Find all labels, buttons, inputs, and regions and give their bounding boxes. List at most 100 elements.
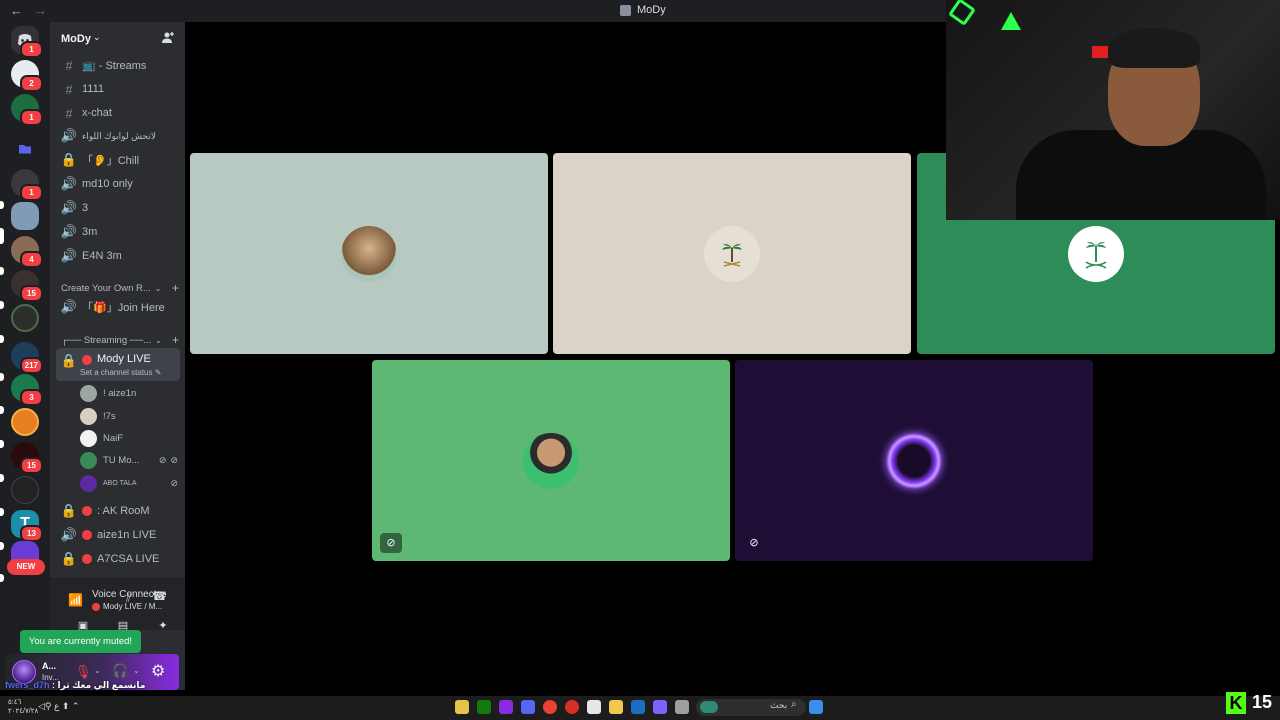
- xbox-icon[interactable]: [477, 700, 491, 714]
- disconnect-icon[interactable]: ☎: [152, 589, 167, 603]
- taskbar-app-icon[interactable]: [455, 700, 469, 714]
- new-badge: NEW: [7, 559, 45, 575]
- guild-name: MoDy: [61, 33, 91, 45]
- category-create-room[interactable]: Create Your Own R... ⌄ +: [61, 281, 179, 295]
- server-face-icon[interactable]: 4: [11, 236, 43, 268]
- voice-user[interactable]: ABO TALA ⊘: [80, 473, 178, 493]
- channel-arabic-voice[interactable]: 🔊 لاتحش لوابوك اللواء: [56, 125, 180, 147]
- speaker-icon: 🔊: [60, 224, 78, 239]
- server-folder-icon[interactable]: [11, 135, 39, 163]
- channel-label: Mody LIVE: [97, 353, 151, 365]
- noise-suppression-icon[interactable]: ⫽: [126, 591, 131, 606]
- participant-tile[interactable]: [190, 153, 548, 354]
- server-mody-icon[interactable]: [11, 202, 39, 230]
- speaker-icon: 🔊: [60, 248, 78, 263]
- forward-arrow-icon[interactable]: →: [34, 3, 47, 18]
- add-channel-icon[interactable]: +: [172, 281, 179, 295]
- category-streaming[interactable]: ┌── Streaming ──... ⌄ +: [61, 333, 179, 347]
- text-channel-icon: #: [65, 57, 73, 73]
- app-root: ← → MoDy 1 2 1 1 4 15 217 3 15 T 13 NEW …: [0, 0, 1280, 720]
- server-ball-icon[interactable]: 3: [11, 374, 43, 406]
- folder-icon: [19, 145, 31, 154]
- server-gears-icon[interactable]: 1: [11, 94, 43, 126]
- server-badge: 15: [20, 457, 43, 474]
- add-member-icon[interactable]: [161, 31, 177, 47]
- add-channel-icon[interactable]: +: [172, 333, 179, 347]
- user-name[interactable]: A...: [42, 661, 56, 671]
- channel-x-chat[interactable]: # x-chat: [56, 102, 180, 124]
- voice-user[interactable]: ! aize1n: [80, 383, 178, 403]
- chrome-icon[interactable]: [543, 700, 557, 714]
- channel-aize-live[interactable]: 🔊 aize1n LIVE: [56, 524, 180, 546]
- back-arrow-icon[interactable]: ←: [10, 3, 23, 18]
- channel-3m[interactable]: 🔊 3m: [56, 221, 180, 243]
- calendar-icon[interactable]: [587, 700, 601, 714]
- server-logo-icon[interactable]: [11, 476, 39, 504]
- channel-3[interactable]: 🔊 3: [56, 197, 180, 219]
- voice-user[interactable]: !7s: [80, 406, 178, 426]
- server-dark-icon[interactable]: 1: [11, 169, 43, 201]
- server-palm-icon[interactable]: 2: [11, 60, 43, 92]
- channel-a7csa-live[interactable]: 🔒 A7CSA LIVE: [56, 548, 180, 570]
- file-explorer-icon[interactable]: [609, 700, 623, 714]
- avatar: [80, 429, 97, 447]
- voice-user[interactable]: NaiF: [80, 428, 178, 448]
- clock-date: ٢٠٢٤/٧/٢٨: [8, 708, 39, 715]
- chevron-down-icon[interactable]: ⌄: [133, 666, 140, 675]
- server-hhkr-icon[interactable]: [11, 304, 39, 332]
- mute-mic-icon[interactable]: 🎙: [75, 664, 92, 680]
- channel-ak-room[interactable]: 🔒 : AK RooM: [56, 500, 180, 522]
- taskbar-app-icon[interactable]: [653, 700, 667, 714]
- unread-pip: [0, 440, 4, 448]
- taskbar-app-icon[interactable]: [499, 700, 513, 714]
- server-mask-icon[interactable]: 15: [11, 270, 43, 302]
- server-badge: 13: [20, 525, 43, 542]
- channel-label: 「👂」Chill: [82, 155, 140, 167]
- server-blue-icon[interactable]: 217: [11, 342, 43, 374]
- channel-label: x-chat: [82, 107, 112, 119]
- signal-icon[interactable]: 📶: [68, 593, 83, 607]
- stream-chat-overlay: fwers_d7h : مانسمع الي معك ترا: [5, 680, 145, 691]
- channel-streams[interactable]: # 📺 - Streams: [56, 54, 180, 76]
- headphones-icon[interactable]: 🎧: [112, 663, 128, 679]
- channel-e4n[interactable]: 🔊 E4N 3m: [56, 245, 180, 267]
- channel-label: 📺 - Streams: [82, 59, 147, 72]
- search-label: بحث: [770, 700, 788, 710]
- activity-icon[interactable]: ✦: [150, 619, 176, 633]
- muted-tooltip: You are currently muted!: [20, 630, 141, 653]
- server-red-icon[interactable]: 15: [11, 442, 43, 474]
- guild-header[interactable]: MoDy ⌄: [50, 22, 185, 58]
- participant-tile[interactable]: [553, 153, 911, 354]
- chevron-down-icon[interactable]: ⌄: [94, 666, 101, 675]
- channel-label: لاتحش لوابوك اللواء: [82, 130, 156, 141]
- discord-taskbar-icon[interactable]: [521, 700, 535, 714]
- participant-tile[interactable]: ⊘: [372, 360, 730, 561]
- windows-start-icon[interactable]: [809, 700, 823, 714]
- unread-pip: [0, 406, 4, 414]
- steam-icon[interactable]: [631, 700, 645, 714]
- viewer-count: 15: [1252, 692, 1273, 712]
- channel-status-hint[interactable]: Set a channel status ✎: [80, 368, 161, 377]
- task-view-icon[interactable]: [675, 700, 689, 714]
- discord-home-icon[interactable]: 1: [11, 26, 43, 58]
- taskbar-clock[interactable]: ٥:٤٦ ٢٠٢٤/٧/٢٨: [8, 698, 38, 716]
- selected-pip: [0, 228, 4, 244]
- lock-icon: 🔒: [60, 551, 78, 566]
- participant-avatar: [1068, 225, 1124, 282]
- channel-chill[interactable]: 🔒 「👂」Chill: [56, 149, 180, 171]
- category-label: ┌── Streaming ──...: [61, 334, 152, 346]
- system-tray-icons[interactable]: ◁⚲ ع ⬆ ⌃: [38, 701, 79, 712]
- settings-gear-icon[interactable]: ⚙: [151, 661, 165, 681]
- voice-user[interactable]: TU Mo... ⊘ ⊘: [80, 450, 178, 470]
- channel-md10[interactable]: 🔊 md10 only: [56, 173, 180, 195]
- server-eye-icon[interactable]: [11, 408, 39, 436]
- taskbar-app-icon[interactable]: [565, 700, 579, 714]
- server-t-icon[interactable]: T 13: [11, 510, 43, 542]
- channel-label: aize1n LIVE: [97, 529, 157, 541]
- channel-1111[interactable]: # 1111: [56, 78, 180, 100]
- clock-time: ٥:٤٦: [8, 699, 22, 706]
- lock-icon: 🔒: [60, 503, 78, 518]
- channel-join-here[interactable]: 🔊 「🎁」Join Here: [56, 296, 180, 318]
- participant-tile[interactable]: ⊘: [735, 360, 1093, 561]
- chevron-down-icon: ⌄: [93, 32, 101, 42]
